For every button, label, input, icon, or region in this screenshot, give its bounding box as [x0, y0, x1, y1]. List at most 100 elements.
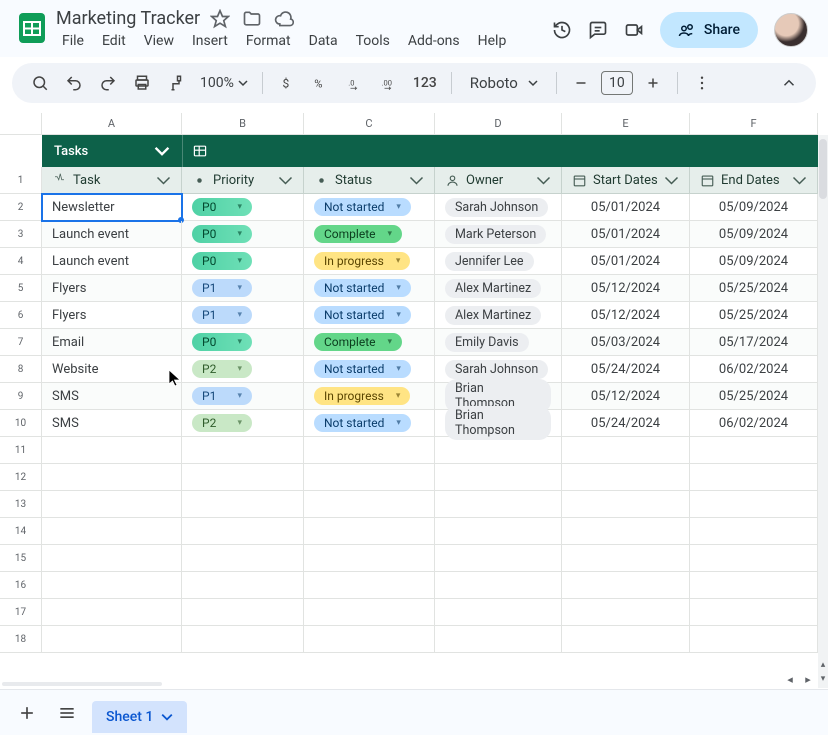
- cell-start-date[interactable]: 05/01/2024: [562, 221, 690, 248]
- row-header[interactable]: 5: [0, 275, 42, 302]
- cell-status[interactable]: Not started▾: [304, 275, 435, 302]
- status-chip[interactable]: Complete▾: [314, 225, 402, 243]
- status-chip[interactable]: Not started▾: [314, 306, 411, 324]
- empty-cell[interactable]: [562, 626, 690, 653]
- cell-end-date[interactable]: 05/09/2024: [690, 248, 818, 275]
- select-all-corner[interactable]: [0, 113, 42, 135]
- col-header-owner[interactable]: Owner: [435, 167, 562, 194]
- cell-status[interactable]: Not started▾: [304, 302, 435, 329]
- decrease-font-icon[interactable]: [567, 69, 595, 97]
- status-chip[interactable]: Not started▾: [314, 360, 411, 378]
- empty-cell[interactable]: [562, 464, 690, 491]
- star-icon[interactable]: [210, 9, 230, 29]
- column-header[interactable]: C: [304, 113, 435, 135]
- empty-cell[interactable]: [562, 518, 690, 545]
- owner-chip[interactable]: Sarah Johnson: [445, 360, 548, 379]
- cell-end-date[interactable]: 05/09/2024: [690, 221, 818, 248]
- cell-start-date[interactable]: 05/24/2024: [562, 356, 690, 383]
- empty-cell[interactable]: [42, 599, 182, 626]
- font-size-input[interactable]: 10: [601, 71, 633, 95]
- cell-start-date[interactable]: 05/12/2024: [562, 302, 690, 329]
- cell-task[interactable]: Flyers: [42, 275, 182, 302]
- empty-cell[interactable]: [435, 518, 562, 545]
- empty-cell[interactable]: [690, 464, 818, 491]
- empty-cell[interactable]: [304, 545, 435, 572]
- cell-start-date[interactable]: 05/12/2024: [562, 383, 690, 410]
- status-chip[interactable]: Complete▾: [314, 333, 402, 351]
- owner-chip[interactable]: Alex Martinez: [445, 306, 541, 325]
- cell-end-date[interactable]: 06/02/2024: [690, 410, 818, 437]
- row-header[interactable]: 9: [0, 383, 42, 410]
- cell-priority[interactable]: P1▾: [182, 302, 304, 329]
- cell-start-date[interactable]: 05/01/2024: [562, 194, 690, 221]
- empty-cell[interactable]: [435, 599, 562, 626]
- row-header[interactable]: 11: [0, 437, 42, 464]
- row-header[interactable]: 3: [0, 221, 42, 248]
- empty-cell[interactable]: [42, 437, 182, 464]
- cell-owner[interactable]: Sarah Johnson: [435, 194, 562, 221]
- empty-cell[interactable]: [562, 491, 690, 518]
- cell-end-date[interactable]: 05/25/2024: [690, 383, 818, 410]
- add-sheet-icon[interactable]: [12, 698, 42, 728]
- table-name-dropdown[interactable]: Tasks: [42, 135, 182, 167]
- empty-cell[interactable]: [435, 464, 562, 491]
- empty-cell[interactable]: [562, 437, 690, 464]
- empty-cell[interactable]: [435, 626, 562, 653]
- col-header-end[interactable]: End Dates: [690, 167, 818, 194]
- empty-cell[interactable]: [562, 545, 690, 572]
- cell-grid[interactable]: Tasks Task Priority Status Owner Start D…: [42, 135, 818, 688]
- menu-data[interactable]: Data: [301, 29, 346, 53]
- cell-owner[interactable]: Alex Martinez: [435, 302, 562, 329]
- cell-start-date[interactable]: 05/12/2024: [562, 275, 690, 302]
- cell-priority[interactable]: P1▾: [182, 275, 304, 302]
- col-header-start[interactable]: Start Dates: [562, 167, 690, 194]
- owner-chip[interactable]: Sarah Johnson: [445, 198, 548, 217]
- empty-cell[interactable]: [304, 491, 435, 518]
- scroll-thumb[interactable]: [819, 139, 827, 199]
- cell-owner[interactable]: Mark Peterson: [435, 221, 562, 248]
- empty-cell[interactable]: [42, 491, 182, 518]
- empty-cell[interactable]: [182, 626, 304, 653]
- scroll-right-icon[interactable]: ▸: [802, 673, 814, 685]
- cell-priority[interactable]: P2▾: [182, 356, 304, 383]
- menu-view[interactable]: View: [136, 29, 182, 53]
- cell-task[interactable]: Email: [42, 329, 182, 356]
- empty-cell[interactable]: [435, 545, 562, 572]
- cloud-status-icon[interactable]: [274, 9, 294, 29]
- cell-priority[interactable]: P0▾: [182, 194, 304, 221]
- cell-status[interactable]: Not started▾: [304, 356, 435, 383]
- empty-cell[interactable]: [690, 626, 818, 653]
- table-view-icon[interactable]: [183, 135, 217, 167]
- empty-cell[interactable]: [42, 572, 182, 599]
- empty-cell[interactable]: [304, 599, 435, 626]
- font-select[interactable]: Roboto: [462, 74, 546, 92]
- empty-cell[interactable]: [690, 572, 818, 599]
- cell-priority[interactable]: P0▾: [182, 329, 304, 356]
- cell-task[interactable]: Newsletter: [42, 194, 182, 221]
- scroll-up-icon[interactable]: ▴: [818, 660, 828, 674]
- empty-cell[interactable]: [182, 545, 304, 572]
- priority-chip[interactable]: P0▾: [192, 333, 252, 351]
- cell-status[interactable]: Not started▾: [304, 410, 435, 437]
- cell-end-date[interactable]: 05/25/2024: [690, 275, 818, 302]
- menu-file[interactable]: File: [54, 29, 92, 53]
- more-toolbar-icon[interactable]: [688, 69, 716, 97]
- cell-owner[interactable]: Emily Davis: [435, 329, 562, 356]
- status-chip[interactable]: Not started▾: [314, 198, 411, 216]
- menu-format[interactable]: Format: [238, 29, 299, 53]
- priority-chip[interactable]: P0▾: [192, 225, 252, 243]
- cell-owner[interactable]: Jennifer Lee: [435, 248, 562, 275]
- collapse-toolbar-icon[interactable]: [776, 70, 802, 96]
- menu-help[interactable]: Help: [470, 29, 515, 53]
- search-icon[interactable]: [26, 69, 54, 97]
- empty-cell[interactable]: [435, 437, 562, 464]
- undo-icon[interactable]: [60, 69, 88, 97]
- cell-priority[interactable]: P0▾: [182, 221, 304, 248]
- history-icon[interactable]: [552, 20, 572, 40]
- cell-status[interactable]: In progress▾: [304, 383, 435, 410]
- comment-icon[interactable]: [588, 20, 608, 40]
- priority-chip[interactable]: P1▾: [192, 306, 252, 324]
- column-header[interactable]: D: [435, 113, 562, 135]
- cell-status[interactable]: Complete▾: [304, 329, 435, 356]
- more-formats-button[interactable]: 123: [409, 69, 441, 97]
